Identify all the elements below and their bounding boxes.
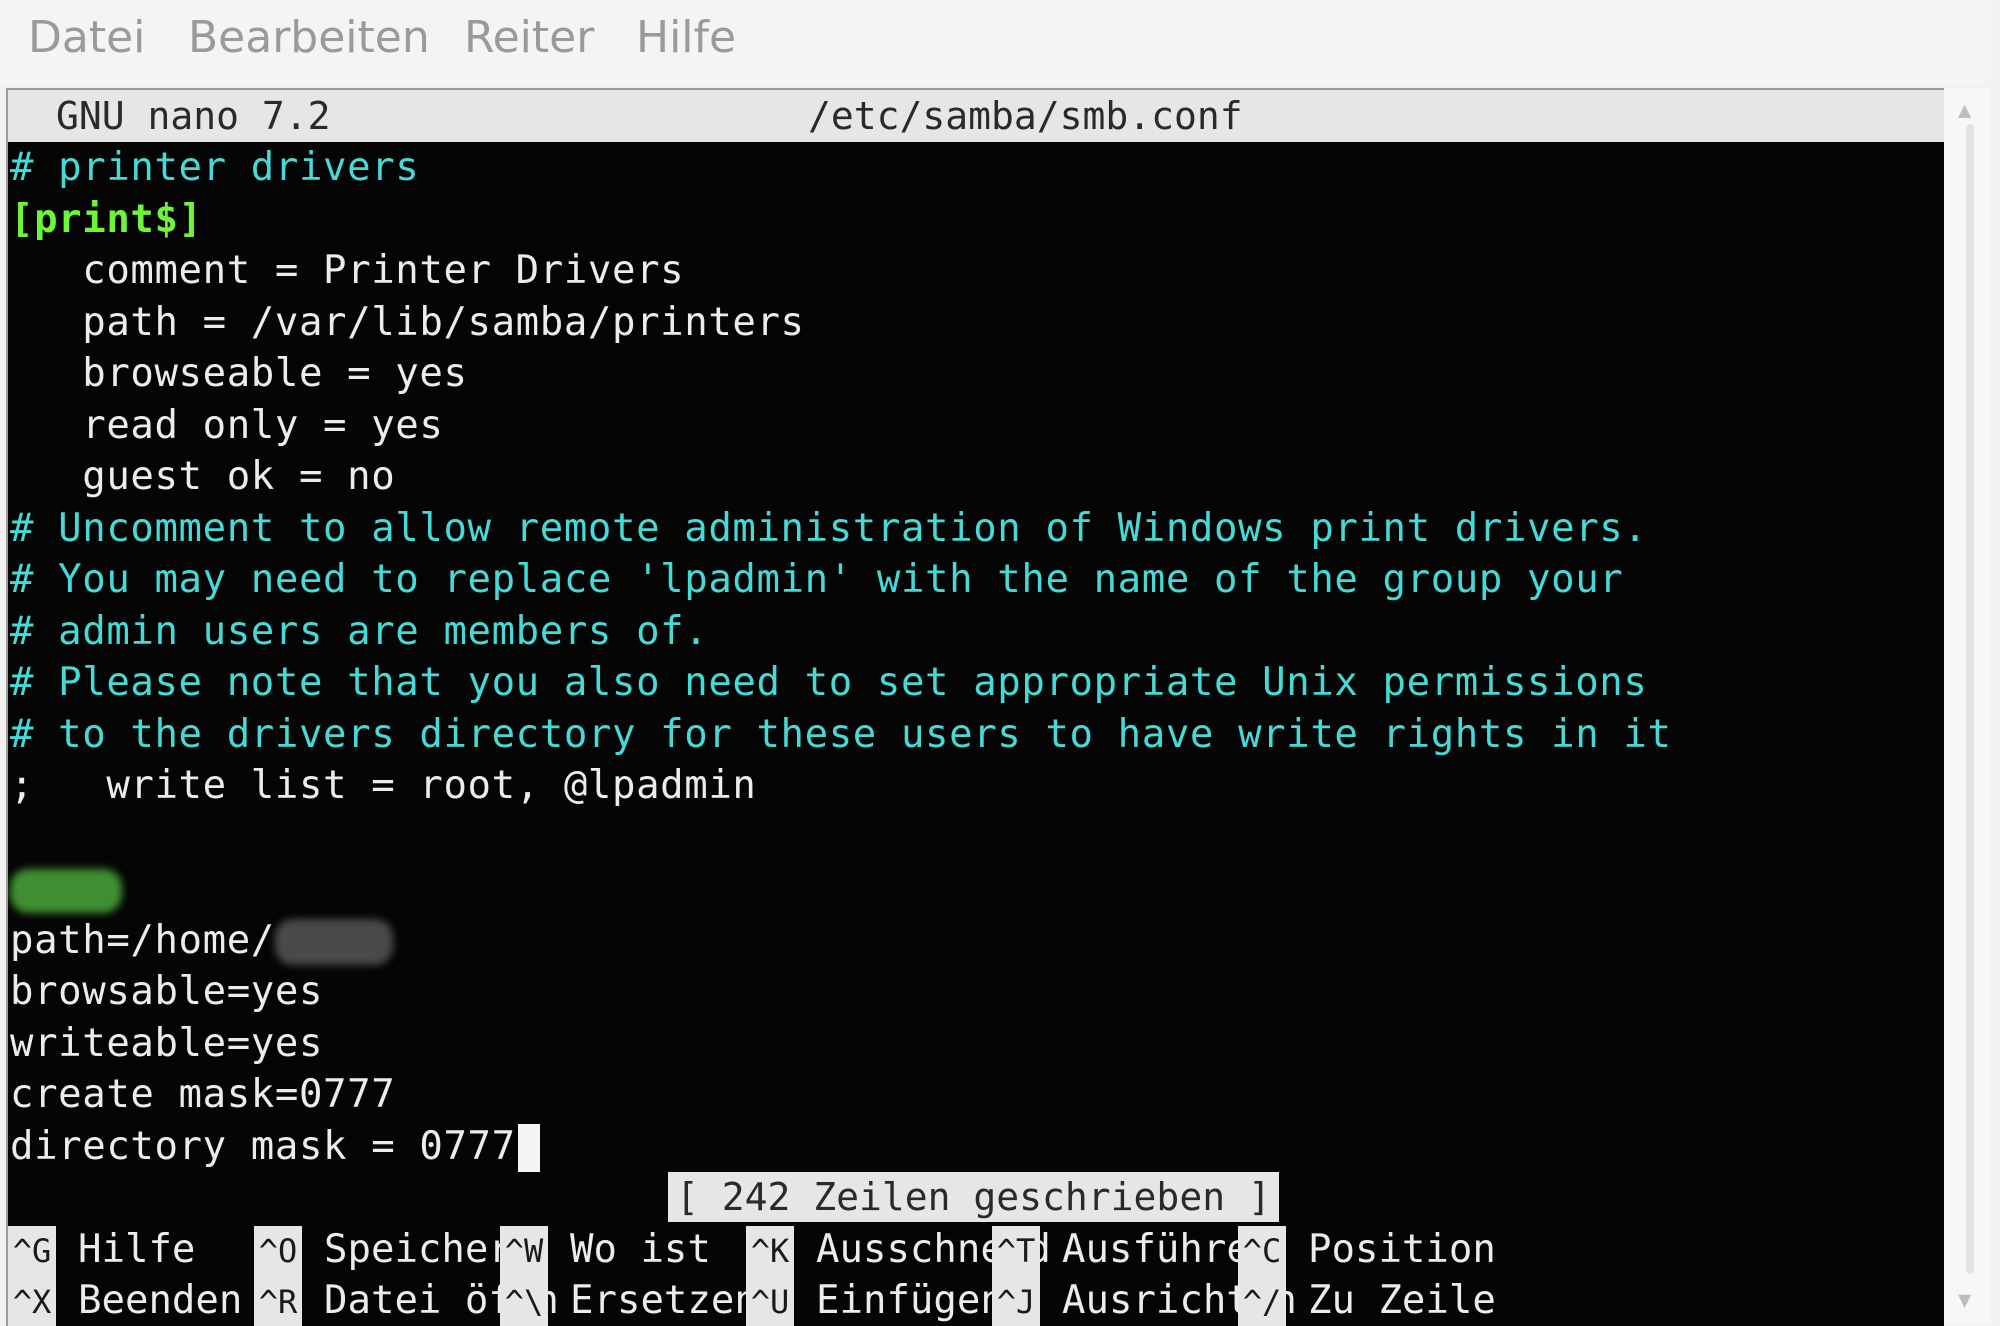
shortcut-label: Ersetzen (570, 1278, 758, 1323)
text-cursor (517, 1124, 540, 1172)
line-text: read only = yes (10, 402, 444, 448)
nano-version: GNU nano 7.2 (56, 94, 331, 138)
line-text: browsable=yes (10, 969, 324, 1014)
shortcut-key: ^J (992, 1277, 1040, 1326)
line-text: # admin users are members of. (10, 608, 709, 654)
editor-line: # printer drivers (8, 142, 1944, 194)
line-text: # Uncomment to allow remote administrati… (10, 505, 1648, 551)
shortcut-item[interactable]: ^U Einfügen (746, 1275, 1004, 1326)
shortcut-key: ^\ (500, 1277, 548, 1326)
line-text: [print$] (10, 196, 203, 242)
menu-bar: Datei Bearbeiten Reiter Hilfe (0, 0, 1990, 84)
nano-title-bar: GNU nano 7.2 /etc/samba/smb.conf (8, 90, 1944, 142)
editor-line: browsable=yes (8, 966, 1944, 1018)
redacted-section-name (10, 868, 122, 913)
scroll-down-arrow-icon[interactable]: ▼ (1958, 1288, 1971, 1313)
shortcut-key: ^W (500, 1226, 548, 1277)
line-text: comment = Printer Drivers (10, 248, 685, 293)
editor-line: guest ok = no (8, 451, 1944, 503)
editor-line: path = /var/lib/samba/printers (8, 297, 1944, 349)
editor-line (8, 863, 1944, 915)
line-text: path = /var/lib/samba/printers (10, 299, 805, 345)
line-text: ; write list = root, @lpadmin (10, 763, 757, 808)
shortcut-key: ^U (746, 1277, 794, 1326)
shortcut-item[interactable]: ^X Beenden (8, 1275, 242, 1326)
shortcut-bar: ^G Hilfe ^O Speichern ^W Wo ist ^K Ausschneid ^T… (8, 1224, 1944, 1326)
editor-line: writeable=yes (8, 1018, 1944, 1070)
shortcut-key: ^O (254, 1226, 302, 1277)
menu-reiter[interactable]: Reiter (464, 12, 594, 64)
shortcut-item[interactable]: ^C Position (1238, 1224, 1496, 1277)
editor-line: # Please note that you also need to set … (8, 657, 1944, 709)
shortcut-key: ^G (8, 1226, 56, 1277)
line-text: writeable=yes (10, 1020, 324, 1066)
editor-line: path=/home/ (8, 915, 1944, 967)
line-text: create mask=0777 (10, 1072, 396, 1117)
shortcut-item[interactable]: ^G Hilfe (8, 1224, 196, 1277)
editor-line: create mask=0777 (8, 1069, 1944, 1121)
line-text: # You may need to replace 'lpadmin' with… (10, 557, 1624, 602)
redacted-username (274, 919, 393, 965)
shortcut-label: Zu Zeile (1308, 1278, 1496, 1323)
shortcut-label: Wo ist (570, 1227, 711, 1272)
editor-line: ; write list = root, @lpadmin (8, 760, 1944, 812)
shortcut-label: Position (1308, 1227, 1496, 1272)
status-message: [ 242 Zeilen geschrieben ] (668, 1172, 1279, 1222)
shortcut-label: Einfügen (816, 1278, 1004, 1323)
editor-line: # to the drivers directory for these use… (8, 709, 1944, 761)
editor-line: read only = yes (8, 400, 1944, 452)
line-text: # Please note that you also need to set … (10, 660, 1648, 705)
editor-line: # Uncomment to allow remote administrati… (8, 503, 1944, 555)
shortcut-key: ^K (746, 1226, 794, 1277)
menu-bearbeiten[interactable]: Bearbeiten (188, 12, 430, 64)
editor-line: # admin users are members of. (8, 606, 1944, 658)
editor-line: browseable = yes (8, 348, 1944, 400)
menu-hilfe[interactable]: Hilfe (636, 12, 736, 64)
menu-datei[interactable]: Datei (28, 12, 145, 64)
editor-text-area[interactable]: # printer drivers [print$] comment = Prin… (8, 142, 1944, 1172)
shortcut-key: ^C (1238, 1226, 1286, 1277)
shortcut-item[interactable]: ^W Wo ist (500, 1224, 711, 1277)
shortcut-label: Beenden (78, 1278, 243, 1323)
editor-line: comment = Printer Drivers (8, 245, 1944, 297)
shortcut-key: ^/ (1238, 1277, 1286, 1326)
editor-line: # You may need to replace 'lpadmin' with… (8, 554, 1944, 606)
shortcut-label: Hilfe (78, 1227, 196, 1272)
line-text: browseable = yes (10, 351, 468, 396)
line-text: # printer drivers (10, 145, 420, 190)
shortcut-key: ^T (992, 1226, 1040, 1277)
line-text: directory mask = 0777 (10, 1123, 516, 1169)
scrollbar-thumb[interactable] (1966, 124, 1974, 1274)
line-text: path=/home/ (10, 917, 275, 963)
scroll-up-arrow-icon[interactable]: ▲ (1958, 98, 1971, 123)
terminal-window[interactable]: GNU nano 7.2 /etc/samba/smb.conf # print… (6, 88, 1944, 1326)
shortcut-item[interactable]: ^/ Zu Zeile (1238, 1275, 1496, 1326)
shortcut-key: ^X (8, 1277, 56, 1326)
shortcut-key: ^R (254, 1277, 302, 1326)
shortcut-item[interactable]: ^\ Ersetzen (500, 1275, 758, 1326)
editor-line: directory mask = 0777 (8, 1121, 1944, 1172)
file-name: /etc/samba/smb.conf (808, 94, 1243, 138)
line-text: # to the drivers directory for these use… (10, 711, 1672, 757)
shortcut-item[interactable]: ^O Speichern (254, 1224, 535, 1277)
shortcut-item[interactable]: ^T Ausführen (992, 1224, 1273, 1277)
editor-line: [print$] (8, 194, 1944, 246)
line-text: guest ok = no (10, 454, 396, 499)
